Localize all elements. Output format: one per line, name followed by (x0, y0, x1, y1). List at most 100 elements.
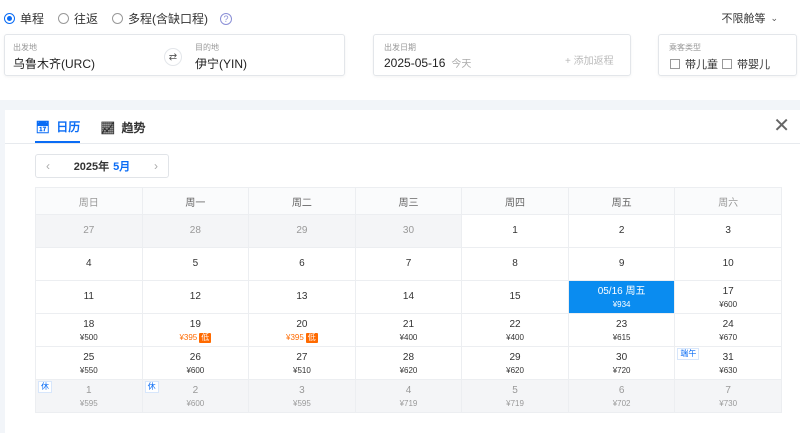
day-price: ¥702 (569, 398, 675, 409)
chevron-down-icon: ⌄ (770, 12, 778, 23)
price-value: ¥400 (506, 332, 524, 342)
calendar-day[interactable]: 14 (354, 280, 463, 314)
trip-type-oneway[interactable]: 单程 (4, 10, 44, 27)
day-price: ¥620 (462, 365, 568, 376)
calendar-day[interactable]: 30 ¥720 (567, 346, 676, 380)
calendar-day[interactable]: 27 ¥510 (248, 346, 356, 380)
calendar-day[interactable]: 6 (248, 247, 356, 281)
calendar-day[interactable]: 10 (674, 247, 782, 281)
calendar-day[interactable]: 29 (248, 214, 356, 248)
calendar-day[interactable]: 28 (141, 214, 250, 248)
calendar-day[interactable]: 28 ¥620 (354, 346, 463, 380)
calendar-day[interactable]: 23 ¥615 (567, 313, 676, 347)
calendar-day[interactable]: 22 ¥400 (461, 313, 569, 347)
calendar-day[interactable]: 12 (141, 280, 250, 314)
day-number: 27 (296, 351, 308, 363)
date-input[interactable]: 2025-05-16 今天 (384, 55, 471, 70)
calendar-day[interactable]: 30 (354, 214, 463, 248)
day-number: 8 (512, 258, 518, 269)
tab-trend[interactable]: 📈︎ 趋势 (100, 118, 145, 143)
prev-month-button[interactable]: ‹ (36, 159, 60, 173)
day-price: ¥550 (36, 365, 142, 376)
radio-icon (112, 13, 124, 24)
calendar-day[interactable]: 05/16 周五 ¥934 (567, 280, 676, 314)
calendar-day[interactable]: 5 (141, 247, 250, 281)
day-number: 6 (299, 258, 305, 269)
calendar-day[interactable]: 17 ¥600 (674, 280, 782, 314)
with-infant-label: 带婴儿 (737, 59, 770, 71)
day-price: ¥395 低 (143, 332, 249, 343)
calendar-day[interactable]: 端午 31 ¥630 (674, 346, 782, 380)
day-price: ¥719 (356, 398, 462, 409)
calendar-day[interactable]: 25 ¥550 (35, 346, 143, 380)
calendar-day[interactable]: 休 1 ¥595 (35, 379, 143, 413)
with-child-checkbox[interactable]: 带儿童 (670, 56, 718, 72)
tab-calendar[interactable]: 📅︎ 日历 (35, 118, 81, 143)
trip-type-roundtrip[interactable]: 往返 (58, 10, 98, 27)
calendar-day[interactable]: 19 ¥395 低 (141, 313, 250, 347)
day-number: 4 (86, 258, 92, 269)
calendar-day[interactable]: 13 (248, 280, 356, 314)
price-value: ¥702 (612, 398, 631, 408)
calendar-day[interactable]: 7 ¥730 (674, 379, 782, 413)
radio-selected-icon (4, 13, 15, 24)
swap-icon[interactable]: ⇄ (164, 48, 182, 66)
calendar-day[interactable]: 休 2 ¥600 (141, 379, 250, 413)
calendar-panel: 📅︎ 日历 📈︎ 趋势 ✕ ‹ 2025年 5月 › 周日 周一 周二 周三 周四 周五 周六 2… (5, 110, 800, 433)
calendar-day[interactable]: 29 ¥620 (461, 346, 569, 380)
calendar-day[interactable]: 7 (354, 247, 463, 281)
calendar-day[interactable]: 26 ¥600 (141, 346, 250, 380)
calendar-week: 11 12 13 14 15 05/16 周五 ¥934 17 ¥600 (35, 280, 782, 314)
price-value: ¥670 (719, 332, 738, 342)
calendar-day[interactable]: 3 (674, 214, 782, 248)
day-price: ¥620 (356, 365, 462, 376)
calendar-day[interactable]: 6 ¥702 (567, 379, 676, 413)
month-title: 2025年 5月 (60, 158, 144, 174)
price-value: ¥600 (186, 365, 205, 375)
calendar-day[interactable]: 3 ¥595 (248, 379, 356, 413)
day-number: 24 (722, 318, 734, 330)
calendar-day[interactable]: 1 (461, 214, 569, 248)
tab-label: 日历 (56, 120, 81, 134)
calendar-day[interactable]: 8 (461, 247, 569, 281)
with-infant-checkbox[interactable]: 带婴儿 (722, 56, 770, 72)
next-month-button[interactable]: › (144, 159, 168, 173)
price-value: ¥600 (186, 398, 205, 408)
close-icon[interactable]: ✕ (773, 116, 790, 136)
calendar-day[interactable]: 2 (567, 214, 676, 248)
calendar-day[interactable]: 4 (35, 247, 143, 281)
calendar-day[interactable]: 11 (35, 280, 143, 314)
day-price: ¥720 (569, 365, 675, 376)
day-number: 28 (189, 225, 201, 236)
calendar-day[interactable]: 20 ¥395 低 (248, 313, 356, 347)
price-value: ¥719 (506, 398, 524, 408)
calendar-day[interactable]: 5 ¥719 (461, 379, 569, 413)
to-input[interactable]: 伊宁(YIN) (195, 55, 247, 72)
price-value: ¥500 (79, 332, 98, 342)
day-number: 18 (83, 318, 95, 330)
checkbox-icon (670, 59, 680, 69)
day-number: 3 (299, 384, 305, 396)
date-value: 2025-05-16 (384, 56, 446, 70)
low-price-badge: 低 (199, 332, 212, 343)
from-input[interactable]: 乌鲁木齐(URC) (13, 55, 95, 72)
trip-type-label: 单程 (20, 12, 45, 26)
weekday-header: 周日 周一 周二 周三 周四 周五 周六 (35, 187, 782, 215)
calendar-day[interactable]: 4 ¥719 (354, 379, 463, 413)
day-price: ¥400 (356, 332, 462, 343)
day-price: ¥719 (462, 398, 568, 409)
price-value: ¥595 (293, 398, 311, 408)
trip-type-multi[interactable]: 多程(含缺口程) (112, 10, 208, 27)
weekday-label: 周二 (248, 187, 356, 215)
calendar-day[interactable]: 27 (35, 214, 143, 248)
help-icon[interactable]: ? (220, 12, 233, 25)
calendar-day[interactable]: 24 ¥670 (674, 313, 782, 347)
price-value: ¥395 (179, 332, 198, 342)
calendar-day[interactable]: 9 (567, 247, 676, 281)
calendar-day[interactable]: 15 (461, 280, 569, 314)
date-today-label: 今天 (451, 59, 472, 70)
cabin-select[interactable]: 不限舱等 ⌄ (721, 10, 778, 26)
add-return-button[interactable]: + 添加返程 (565, 52, 614, 67)
calendar-day[interactable]: 18 ¥500 (35, 313, 143, 347)
calendar-day[interactable]: 21 ¥400 (354, 313, 463, 347)
